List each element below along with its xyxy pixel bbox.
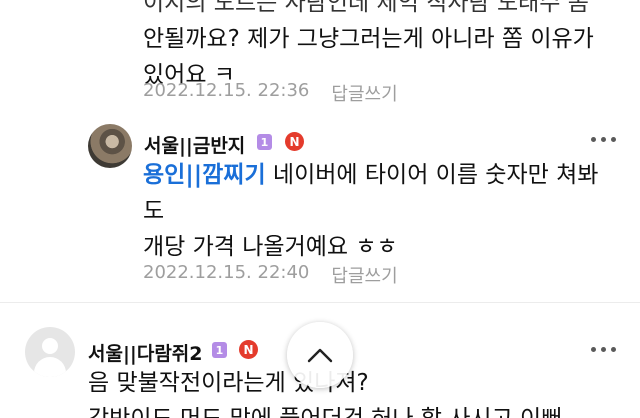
divider — [0, 302, 640, 303]
comment-date: 2022.12.15. 22:36 — [143, 80, 310, 101]
reply-button[interactable]: 답글쓰기 — [331, 262, 397, 288]
comment-line: 개당 가격 나올거예요 ㅎㅎ — [143, 234, 398, 260]
new-badge: N — [285, 132, 304, 151]
level-badge: 1 — [212, 342, 227, 358]
more-icon[interactable] — [591, 135, 617, 143]
person-icon — [42, 338, 58, 354]
avatar[interactable] — [25, 327, 75, 377]
comment-meta: 2022.12.15. 22:36 답글쓰기 — [143, 80, 398, 106]
comment-list: 이지의 도르는 사람인데 제익 직사람 도래수 몸 안될까요? 제가 그냥그러는… — [0, 0, 640, 418]
comment-text: 음 맞불작전이라는게 있나져? 강반이드 머드 맏에 풀어더건 허나 할 사시고… — [88, 365, 628, 418]
comment-line-text: 네이버에 타이어 이름 숫자만 쳐봐 — [265, 162, 599, 188]
comment-line: 도 — [143, 198, 165, 224]
comment-text: 용인||깜찌기 네이버에 타이어 이름 숫자만 쳐봐 도 개당 가격 나올거예요… — [143, 157, 623, 265]
reply-button[interactable]: 답글쓰기 — [331, 80, 397, 106]
comment-line: 안될까요? 제가 그냥그러는게 아니라 쫌 이유가 — [143, 26, 594, 52]
comment-author[interactable]: 서울||다람쥐2 — [88, 339, 203, 366]
comment-line: 강반이드 머드 맏에 풀어더건 허나 할 사시고 이뻐 — [88, 401, 628, 418]
comment-date: 2022.12.15. 22:40 — [143, 262, 310, 283]
chevron-up-icon — [307, 348, 333, 363]
level-badge: 1 — [257, 134, 272, 150]
comment-line: 이지의 도르는 사람인데 제익 직사람 도래수 몸 — [143, 0, 589, 16]
new-badge: N — [239, 340, 258, 359]
scroll-top-button[interactable] — [287, 322, 353, 388]
comment-line: 음 맞불작전이라는게 있나져? — [88, 370, 369, 396]
comment-author[interactable]: 서울||금반지 — [144, 131, 245, 158]
more-icon[interactable] — [591, 345, 617, 353]
person-shoulder — [34, 357, 66, 377]
comment-line: 용인||깜찌기 네이버에 타이어 이름 숫자만 쳐봐 — [143, 157, 623, 193]
comment-meta: 2022.12.15. 22:40 답글쓰기 — [143, 262, 398, 288]
avatar[interactable] — [88, 124, 132, 168]
mention-link[interactable]: 용인||깜찌기 — [143, 162, 266, 188]
